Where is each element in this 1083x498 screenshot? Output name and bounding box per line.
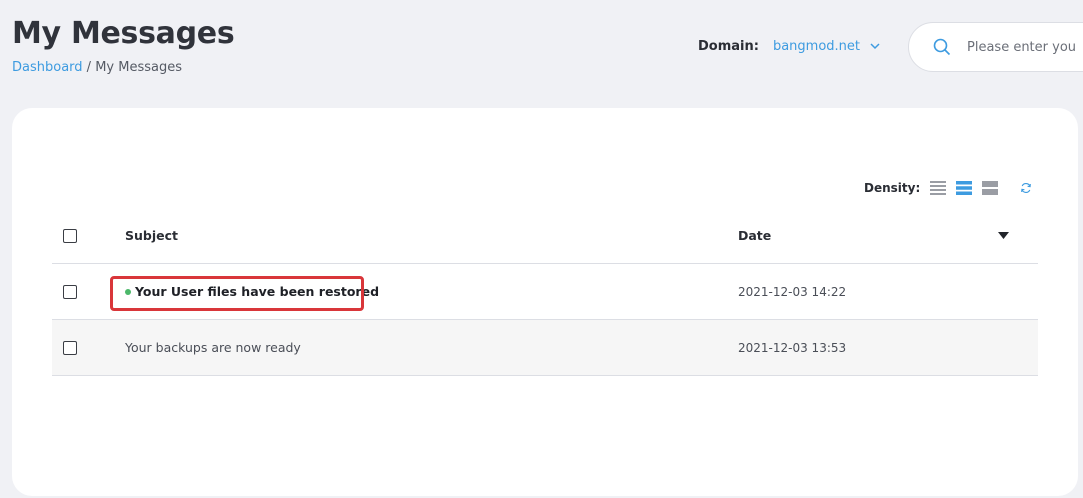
domain-selector: Domain: bangmod.net (698, 39, 880, 54)
message-subject[interactable]: Your User files have been restored (125, 284, 379, 299)
messages-card: Density: Subject Date Your User files ha… (12, 108, 1078, 496)
refresh-icon[interactable] (1020, 182, 1032, 194)
message-date: 2021-12-03 13:53 (738, 340, 847, 355)
domain-label: Domain: (698, 39, 759, 54)
breadcrumb-current: My Messages (95, 60, 182, 75)
breadcrumb-separator: / (82, 60, 96, 75)
search-icon[interactable] (933, 38, 951, 56)
search-input[interactable] (967, 39, 1083, 55)
domain-dropdown[interactable]: bangmod.net (773, 39, 880, 54)
density-standard-icon[interactable] (956, 180, 973, 196)
breadcrumb-dashboard-link[interactable]: Dashboard (12, 60, 83, 75)
table-row[interactable]: Your User files have been restored 2021-… (52, 264, 1038, 320)
message-subject-text: Your User files have been restored (135, 284, 380, 299)
density-toolbar: Density: (864, 180, 1032, 196)
chevron-down-icon (870, 43, 880, 50)
density-comfortable-icon[interactable] (982, 180, 999, 196)
row-checkbox[interactable] (63, 284, 77, 299)
column-header-date[interactable]: Date (738, 228, 771, 243)
domain-value: bangmod.net (772, 39, 860, 54)
sort-desc-icon[interactable] (998, 232, 1009, 239)
row-checkbox[interactable] (63, 340, 77, 355)
density-label: Density: (864, 181, 921, 195)
column-header-subject[interactable]: Subject (125, 228, 178, 243)
unread-dot-icon (125, 288, 131, 295)
message-subject[interactable]: Your backups are now ready (125, 340, 301, 355)
breadcrumb: Dashboard / My Messages (12, 60, 182, 75)
page-title: My Messages (12, 16, 235, 51)
table-header-row: Subject Date (52, 208, 1038, 264)
message-date: 2021-12-03 14:22 (738, 284, 847, 299)
search-box (908, 22, 1083, 72)
density-compact-icon[interactable] (930, 180, 947, 196)
select-all-checkbox[interactable] (63, 228, 77, 243)
messages-table: Subject Date Your User files have been r… (52, 208, 1038, 376)
table-row[interactable]: Your backups are now ready 2021-12-03 13… (52, 320, 1038, 376)
